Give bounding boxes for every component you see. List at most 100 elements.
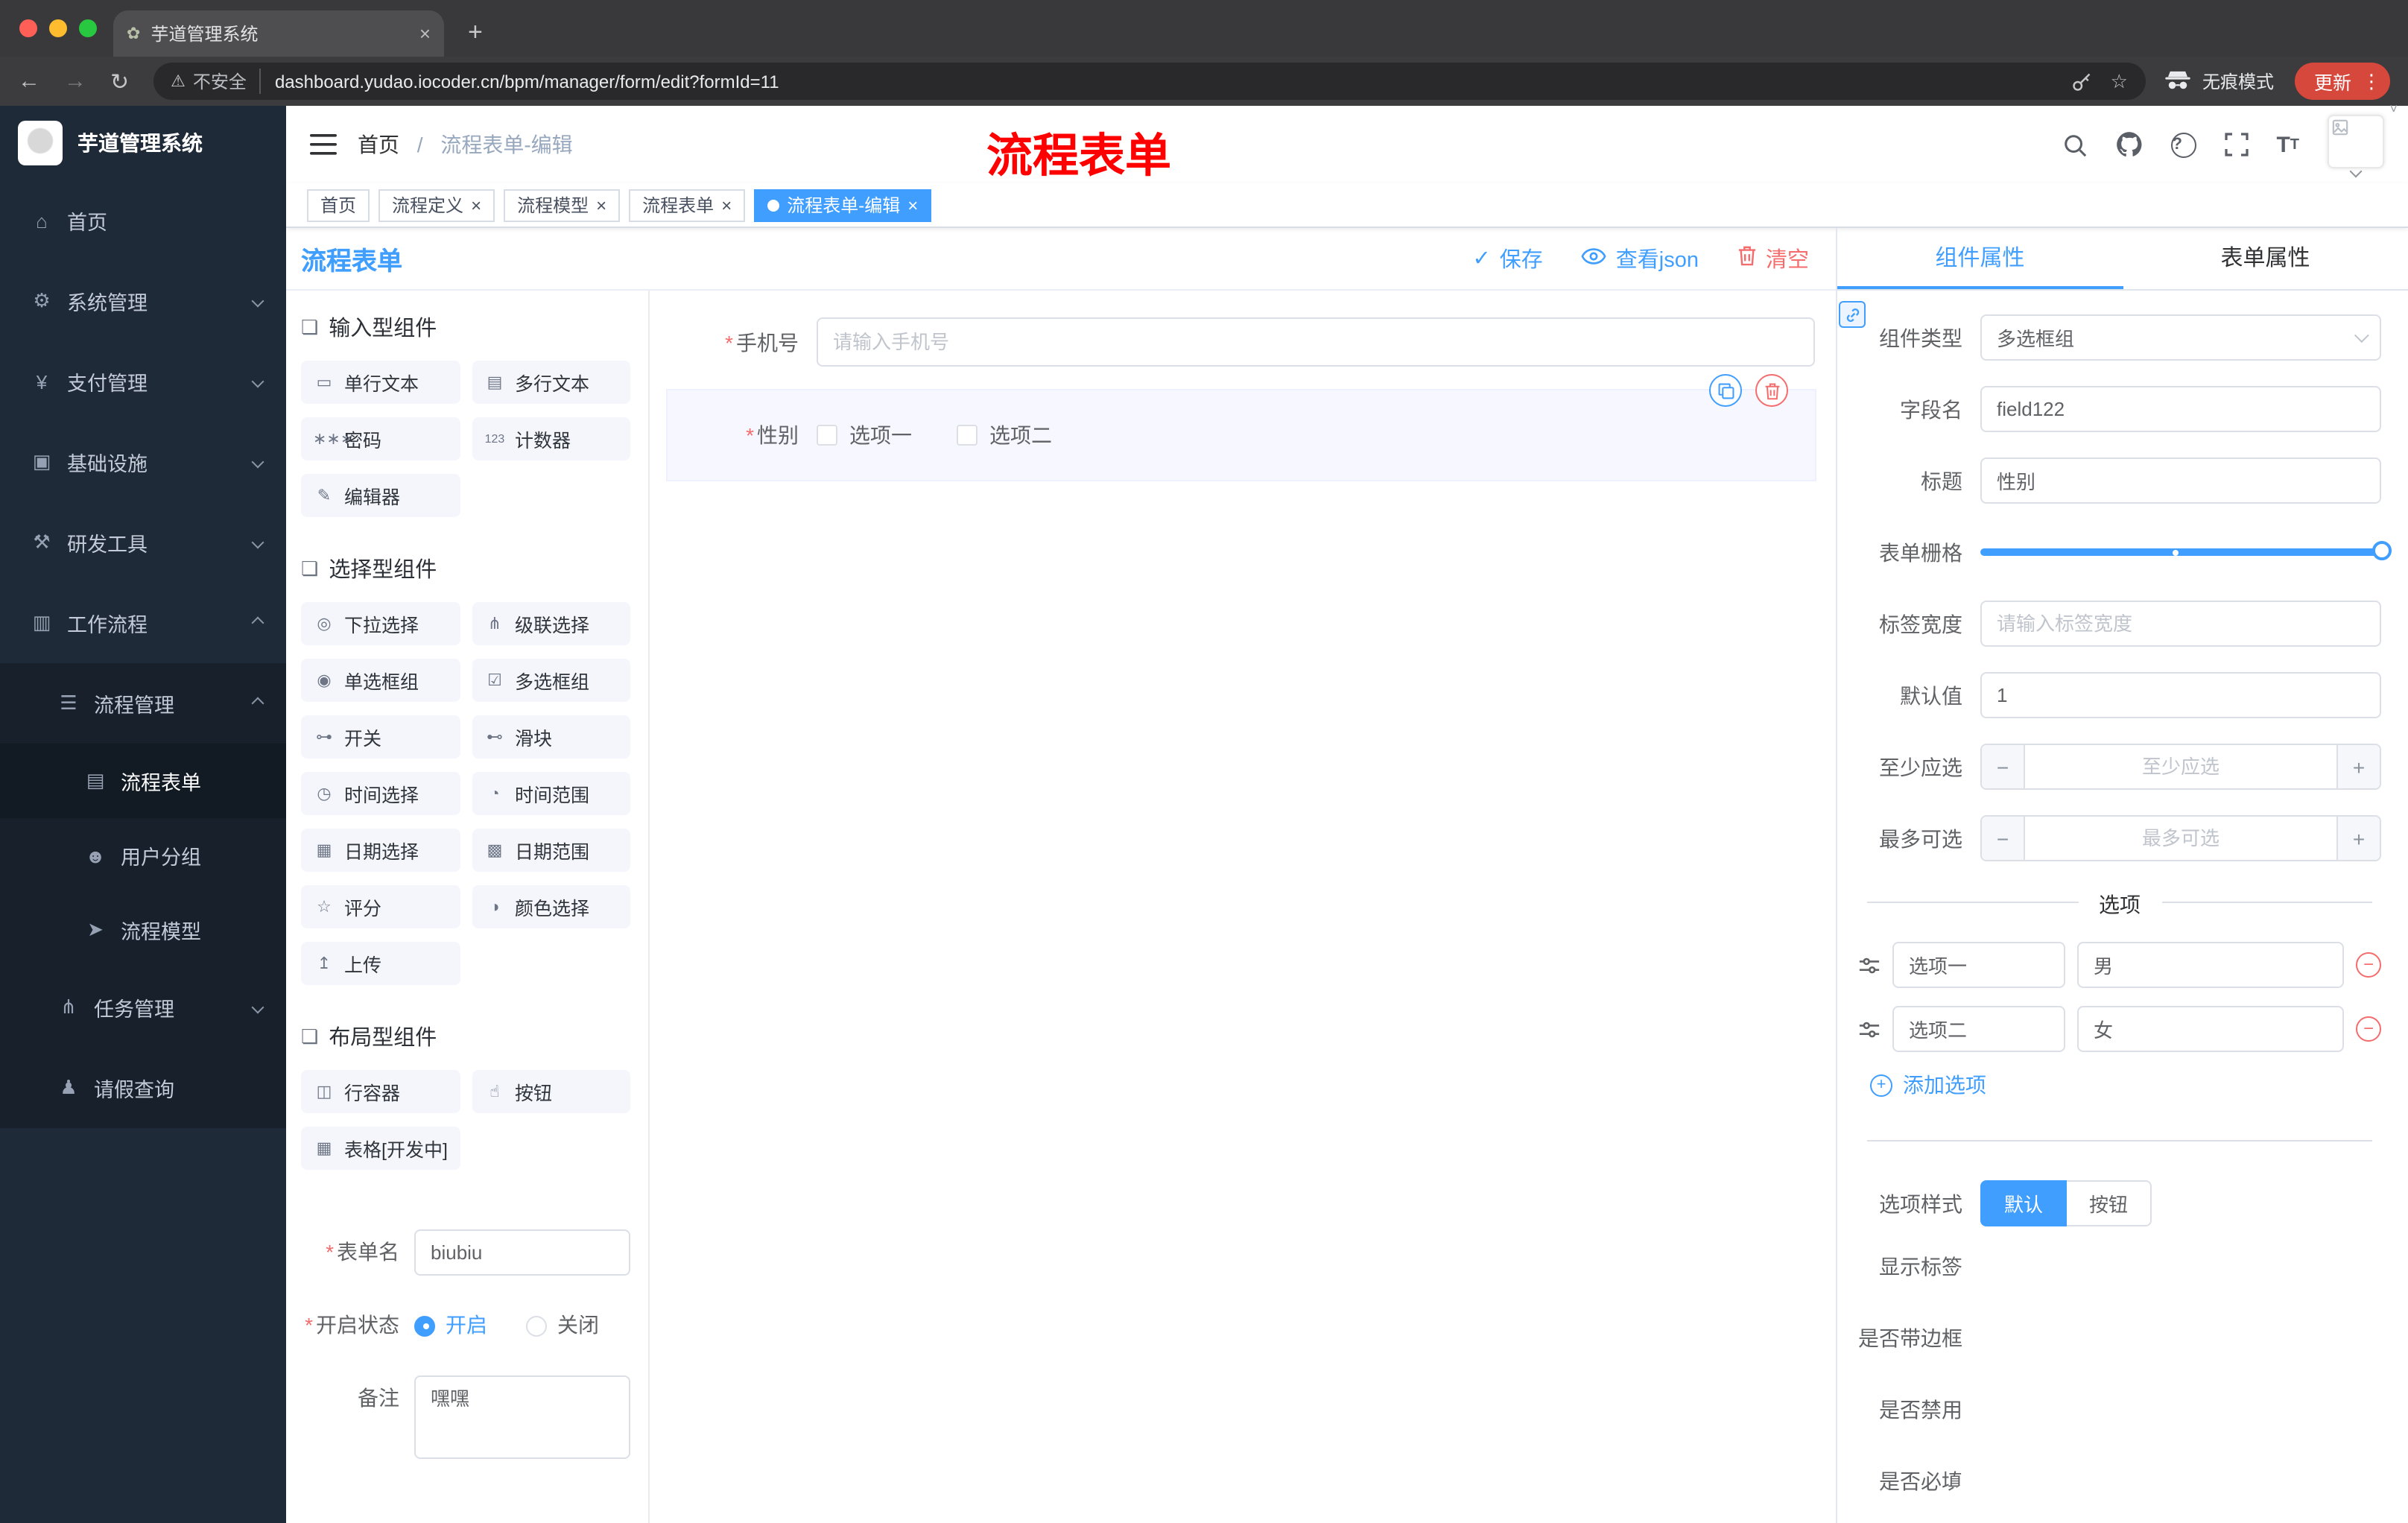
window-close-button[interactable] xyxy=(19,19,37,37)
decrease-button[interactable]: − xyxy=(1982,745,2025,788)
palette-item-row-container[interactable]: ◫ 行容器 xyxy=(301,1070,460,1113)
remove-option-icon[interactable]: − xyxy=(2356,1016,2381,1042)
max-select-input[interactable] xyxy=(2025,817,2336,860)
add-option-button[interactable]: + 添加选项 xyxy=(1870,1070,2381,1100)
copy-field-button[interactable] xyxy=(1709,374,1742,407)
sidebar-item-infrastructure[interactable]: ▣ 基础设施 xyxy=(0,422,286,502)
status-radio-on[interactable]: 开启 xyxy=(414,1302,487,1349)
form-canvas[interactable]: *手机号 *性别 选项一 选项二 xyxy=(650,291,1836,1523)
palette-item-rate[interactable]: ☆ 评分 xyxy=(301,885,460,928)
remove-option-icon[interactable]: − xyxy=(2356,952,2381,978)
save-button[interactable]: ✓ 保存 xyxy=(1472,243,1542,274)
sidebar-item-process-model[interactable]: ➤ 流程模型 xyxy=(0,893,286,967)
palette-item-date-range[interactable]: ▩ 日期范围 xyxy=(472,829,630,872)
tag-close-icon[interactable]: × xyxy=(907,196,918,214)
min-select-input[interactable] xyxy=(2025,745,2336,788)
palette-item-table[interactable]: ▦ 表格[开发中] xyxy=(301,1127,460,1170)
palette-item-switch[interactable]: ⊶ 开关 xyxy=(301,715,460,759)
field-name-input[interactable] xyxy=(1980,386,2381,432)
app-logo[interactable]: 芋道管理系统 xyxy=(0,106,286,180)
palette-item-time-picker[interactable]: ◷ 时间选择 xyxy=(301,772,460,815)
delete-field-button[interactable] xyxy=(1755,374,1788,407)
sidebar-item-leave-query[interactable]: ♟ 请假查询 xyxy=(0,1048,286,1128)
window-zoom-button[interactable] xyxy=(79,19,97,37)
canvas-field-gender[interactable]: * 性别 选项一 选项二 xyxy=(666,374,1816,481)
clear-button[interactable]: 清空 xyxy=(1737,243,1809,274)
palette-item-counter[interactable]: 123 计数器 xyxy=(472,417,630,460)
new-tab-button[interactable]: + xyxy=(468,18,483,48)
gender-option-1[interactable]: 选项一 xyxy=(817,420,912,450)
checkbox-icon[interactable] xyxy=(817,425,837,446)
increase-button[interactable]: + xyxy=(2336,817,2380,860)
view-json-button[interactable]: 查看json xyxy=(1582,243,1699,274)
github-icon[interactable] xyxy=(2115,131,2142,158)
sidebar-item-task-management[interactable]: ⋔ 任务管理 xyxy=(0,967,286,1048)
browser-tab[interactable]: ✿ 芋道管理系统 × xyxy=(113,10,444,57)
sidebar-item-user-group[interactable]: ☻ 用户分组 xyxy=(0,818,286,893)
palette-item-date-picker[interactable]: ▦ 日期选择 xyxy=(301,829,460,872)
kebab-menu-icon[interactable]: ⋮ xyxy=(2362,69,2381,93)
palette-item-select[interactable]: ◎ 下拉选择 xyxy=(301,602,460,645)
tab-form-props[interactable]: 表单属性 xyxy=(2123,228,2408,289)
link-icon[interactable] xyxy=(1839,301,1866,328)
palette-item-password[interactable]: ∗∗∗ 密码 xyxy=(301,417,460,460)
palette-item-button[interactable]: ☝ 按钮 xyxy=(472,1070,630,1113)
tab-close-icon[interactable]: × xyxy=(419,22,431,45)
sidebar-item-payment-management[interactable]: ¥ 支付管理 xyxy=(0,341,286,422)
palette-item-single-text[interactable]: ▭ 单行文本 xyxy=(301,361,460,404)
back-button[interactable]: ← xyxy=(18,69,40,94)
palette-item-upload[interactable]: ↥ 上传 xyxy=(301,942,460,985)
user-menu[interactable] xyxy=(2328,114,2384,177)
help-icon[interactable]: ? xyxy=(2170,132,2196,157)
component-type-select[interactable]: 多选框组 xyxy=(1980,314,2381,361)
decrease-button[interactable]: − xyxy=(1982,817,2025,860)
key-icon[interactable] xyxy=(2072,71,2093,92)
drag-handle-icon[interactable] xyxy=(1858,956,1881,974)
tab-component-props[interactable]: 组件属性 xyxy=(1837,228,2123,289)
tag-process-model[interactable]: 流程模型 × xyxy=(504,189,621,221)
label-width-input[interactable] xyxy=(1980,601,2381,647)
style-button-button[interactable]: 按钮 xyxy=(2067,1180,2152,1226)
fullscreen-icon[interactable] xyxy=(2224,133,2249,156)
tag-process-form-edit[interactable]: 流程表单-编辑 × xyxy=(754,189,932,221)
tag-process-form[interactable]: 流程表单 × xyxy=(629,189,746,221)
style-default-button[interactable]: 默认 xyxy=(1980,1180,2068,1226)
drag-handle-icon[interactable] xyxy=(1858,1020,1881,1038)
reload-button[interactable]: ↻ xyxy=(110,68,129,95)
sidebar-item-workflow[interactable]: ▥ 工作流程 xyxy=(0,583,286,663)
window-minimize-button[interactable] xyxy=(49,19,67,37)
palette-item-slider[interactable]: ⊷ 滑块 xyxy=(472,715,630,759)
palette-item-radio-group[interactable]: ◉ 单选框组 xyxy=(301,659,460,702)
sidebar-item-home[interactable]: ⌂ 首页 xyxy=(0,180,286,261)
sidebar-item-system-management[interactable]: ⚙ 系统管理 xyxy=(0,261,286,341)
form-grid-slider[interactable] xyxy=(1980,529,2392,575)
palette-item-checkbox-group[interactable]: ☑ 多选框组 xyxy=(472,659,630,702)
avatar[interactable] xyxy=(2328,114,2384,168)
status-radio-off[interactable]: 关闭 xyxy=(526,1302,599,1349)
sidebar-item-process-management[interactable]: ☰ 流程管理 xyxy=(0,663,286,744)
option-value-input[interactable] xyxy=(2077,1006,2344,1052)
canvas-field-phone[interactable]: * 手机号 xyxy=(668,317,1815,367)
sidebar-item-process-form[interactable]: ▤ 流程表单 xyxy=(0,744,286,818)
form-remark-textarea[interactable]: 嘿嘿 xyxy=(414,1375,630,1459)
update-button[interactable]: 更新 ⋮ xyxy=(2294,63,2390,100)
tag-home[interactable]: 首页 xyxy=(307,189,370,221)
palette-item-cascader[interactable]: ⋔ 级联选择 xyxy=(472,602,630,645)
tag-process-definition[interactable]: 流程定义 × xyxy=(378,189,495,221)
palette-item-color-picker[interactable]: ◑ 颜色选择 xyxy=(472,885,630,928)
palette-item-multi-text[interactable]: ▤ 多行文本 xyxy=(472,361,630,404)
bookmark-star-icon[interactable]: ☆ xyxy=(2111,69,2128,93)
security-label[interactable]: 不安全 xyxy=(193,69,262,94)
search-icon[interactable] xyxy=(2062,132,2087,157)
forward-button[interactable]: → xyxy=(64,69,86,94)
option-label-input[interactable] xyxy=(1892,1006,2065,1052)
palette-item-time-range[interactable]: ◔ 时间范围 xyxy=(472,772,630,815)
hamburger-icon[interactable] xyxy=(310,134,337,155)
tag-close-icon[interactable]: × xyxy=(471,196,481,214)
option-label-input[interactable] xyxy=(1892,942,2065,988)
title-input[interactable] xyxy=(1980,457,2381,504)
slider-knob[interactable] xyxy=(2372,541,2392,560)
gender-option-2[interactable]: 选项二 xyxy=(957,420,1052,450)
address-bar[interactable]: ⚠ 不安全 dashboard.yudao.iocoder.cn/bpm/man… xyxy=(153,63,2146,100)
font-size-icon[interactable]: TT xyxy=(2276,132,2299,157)
